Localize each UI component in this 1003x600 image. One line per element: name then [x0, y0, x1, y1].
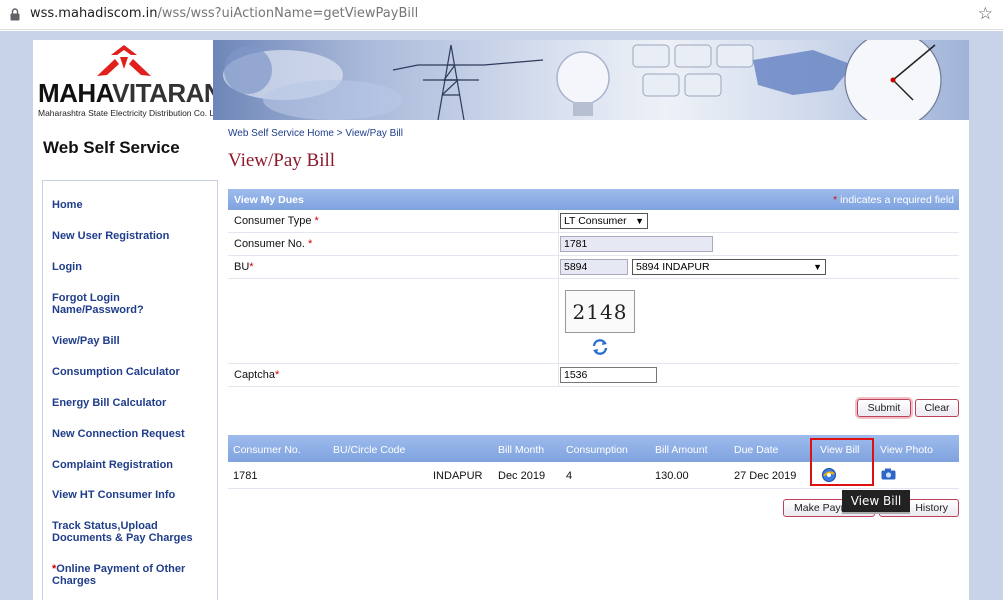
- col-consumer-no: Consumer No.: [233, 444, 301, 456]
- col-bill-amount: Bill Amount: [655, 444, 708, 456]
- col-view-photo: View Photo: [880, 444, 933, 456]
- refresh-icon[interactable]: [591, 338, 609, 356]
- consumer-type-label: Consumer Type *: [234, 215, 319, 227]
- captcha-label-text: Captcha: [234, 369, 275, 381]
- required-asterisk: *: [314, 215, 319, 227]
- required-asterisk: *: [833, 194, 838, 206]
- sidebar-item-new-connection-request[interactable]: New Connection Request: [52, 428, 185, 440]
- sidebar-item-forgot-login[interactable]: Forgot Login Name/Password?: [52, 292, 162, 316]
- captcha-image: 2148: [565, 290, 635, 333]
- view-bill-tooltip: View Bill: [842, 490, 910, 512]
- sidebar-item-consumption-calculator[interactable]: Consumption Calculator: [52, 366, 180, 378]
- logo-subtitle: Maharashtra State Electricity Distributi…: [38, 108, 224, 118]
- sidebar-item-energy-bill-calculator[interactable]: Energy Bill Calculator: [52, 397, 166, 409]
- cell-bill-month: Dec 2019: [498, 470, 546, 482]
- site-banner: MAHAVITARAN Maharashtra State Electricit…: [33, 40, 969, 120]
- bu-label-text: BU: [234, 261, 250, 273]
- dropdown-arrow-icon: ▼: [635, 216, 644, 226]
- lock-icon: [10, 8, 20, 21]
- content-frame: MAHAVITARAN Maharashtra State Electricit…: [33, 40, 969, 600]
- cell-due-date: 27 Dec 2019: [734, 470, 797, 482]
- col-bill-month: Bill Month: [498, 444, 545, 456]
- row-consumer-type: Consumer Type * LT Consumer ▼: [228, 210, 959, 233]
- url-host: wss.mahadiscom.in: [30, 6, 158, 21]
- col-consumption: Consumption: [566, 444, 628, 456]
- banner-artwork: [213, 40, 969, 120]
- row-consumer-no: Consumer No. * 1781: [228, 233, 959, 256]
- view-bill-highlight: [810, 438, 874, 486]
- camera-icon[interactable]: [881, 468, 896, 480]
- required-note-text: indicates a required field: [840, 194, 954, 206]
- captcha-label: Captcha*: [234, 369, 279, 381]
- logo-maha: MAHA: [38, 78, 113, 108]
- consumer-no-input[interactable]: 1781: [560, 236, 713, 252]
- banner-illustration: [223, 40, 942, 120]
- breadcrumb-home[interactable]: Web Self Service Home: [228, 128, 334, 139]
- bu-select[interactable]: 5894 INDAPUR ▼: [632, 259, 826, 275]
- logo[interactable]: MAHAVITARAN Maharashtra State Electricit…: [33, 40, 224, 120]
- logo-vitaran: VITARAN: [112, 78, 223, 108]
- clear-button[interactable]: Clear: [915, 399, 959, 417]
- consumer-no-label: Consumer No. *: [234, 238, 312, 250]
- row-captcha-input: Captcha* 1536: [228, 364, 959, 387]
- col-due-date: Due Date: [734, 444, 779, 456]
- required-note: * indicates a required field: [833, 194, 954, 206]
- dues-form: Consumer Type * LT Consumer ▼ Consumer No…: [228, 210, 959, 387]
- browser-address-bar: wss.mahadiscom.in/wss/wss?uiActionName=g…: [0, 0, 1003, 30]
- page-background: MAHAVITARAN Maharashtra State Electricit…: [0, 31, 1003, 600]
- captcha-input[interactable]: 1536: [560, 367, 657, 383]
- cell-consumer-no: 1781: [233, 470, 258, 482]
- consumer-type-select[interactable]: LT Consumer ▼: [560, 213, 648, 229]
- url-text[interactable]: wss.mahadiscom.in/wss/wss?uiActionName=g…: [30, 6, 418, 21]
- bu-select-value: 5894 INDAPUR: [636, 261, 710, 273]
- bu-code-input[interactable]: 5894: [560, 259, 628, 275]
- submit-button[interactable]: Submit: [857, 399, 911, 417]
- required-asterisk: *: [307, 238, 313, 250]
- star-icon[interactable]: ☆: [978, 4, 993, 24]
- logo-mark-icon: [97, 45, 151, 76]
- required-asterisk: *: [249, 261, 254, 273]
- sidebar-item-view-ht-consumer-info[interactable]: View HT Consumer Info: [52, 489, 175, 501]
- sidebar-item-home[interactable]: Home: [52, 199, 83, 211]
- bu-label: BU*: [234, 261, 254, 273]
- dues-header-title: View My Dues: [234, 194, 304, 206]
- url-path: /wss/wss?uiActionName=getViewPayBill: [157, 6, 419, 21]
- sidebar-nav: Home New User Registration Login Forgot …: [42, 180, 218, 600]
- sidebar-item-complaint-registration[interactable]: Complaint Registration: [52, 459, 173, 471]
- breadcrumb-separator: >: [336, 128, 343, 139]
- page-title: View/Pay Bill: [228, 150, 336, 171]
- consumer-type-value: LT Consumer: [564, 215, 627, 227]
- dues-header: View My Dues * indicates a required fiel…: [228, 189, 959, 210]
- cell-circle: INDAPUR: [433, 470, 483, 482]
- sidebar-title: Web Self Service: [43, 138, 180, 157]
- col-bu-circle-code: BU/Circle Code: [333, 444, 406, 456]
- sidebar-item-online-payment-other-charges[interactable]: *Online Payment of Other Charges: [52, 563, 212, 587]
- cell-bill-amount: 130.00: [655, 470, 689, 482]
- row-bu: BU* 5894 5894 INDAPUR ▼: [228, 256, 959, 279]
- sidebar-item-new-user-registration[interactable]: New User Registration: [52, 230, 169, 242]
- sidebar-item-login[interactable]: Login: [52, 261, 82, 273]
- required-asterisk: *: [274, 369, 280, 381]
- cell-consumption: 4: [566, 470, 573, 482]
- sidebar-item-view-pay-bill[interactable]: View/Pay Bill: [52, 335, 120, 347]
- tooltip-shadow: [842, 512, 910, 514]
- logo-wordmark: MAHAVITARAN: [38, 78, 223, 108]
- breadcrumb-current[interactable]: View/Pay Bill: [345, 128, 403, 139]
- consumer-type-label-text: Consumer Type: [234, 215, 312, 227]
- breadcrumb: Web Self Service Home > View/Pay Bill: [228, 128, 403, 139]
- dropdown-arrow-icon: ▼: [813, 262, 822, 272]
- sidebar-item-track-status[interactable]: Track Status,Upload Documents & Pay Char…: [52, 520, 212, 544]
- consumer-no-label-text: Consumer No.: [234, 238, 305, 250]
- sidebar-item-label: Online Payment of Other Charges: [52, 563, 186, 587]
